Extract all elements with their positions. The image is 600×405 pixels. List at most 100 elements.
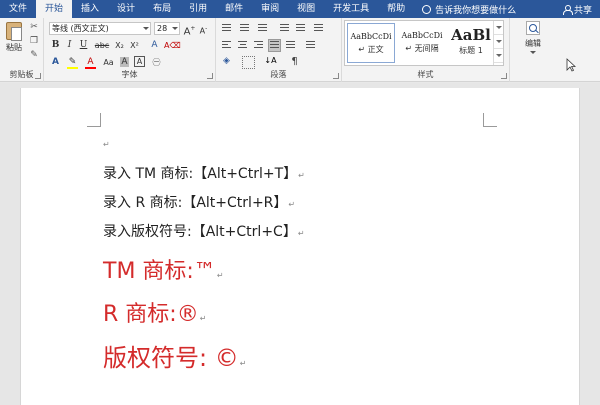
distributed-button[interactable] (284, 39, 297, 52)
margin-corner-left (87, 113, 101, 127)
shrink-font-button[interactable]: A- (197, 22, 210, 36)
shading-button[interactable]: ◈ (220, 56, 233, 69)
italic-button[interactable]: I (63, 39, 76, 52)
chinese-layout-button[interactable] (312, 22, 325, 35)
multilevel-list-icon (258, 24, 267, 33)
outdent-icon (280, 24, 289, 33)
style-sample: AaBbCcDi (401, 31, 443, 40)
tab-references[interactable]: 引用 (180, 0, 216, 18)
borders-button[interactable] (242, 56, 255, 69)
superscript-button[interactable]: X² (128, 39, 141, 52)
paint-bucket-icon: ◈ (223, 56, 230, 66)
ribbon: 粘贴 ✂ ❐ ✎ 剪贴板 等线 (西文正文) 28 A+ A- B I U ab… (0, 18, 600, 82)
text-effects-button[interactable]: A (49, 56, 62, 69)
style-normal[interactable]: AaBbCcDi ↵ 正文 (347, 23, 395, 63)
line-spacing-button[interactable] (304, 39, 317, 52)
clipboard-icon (6, 22, 22, 41)
decrease-indent-button[interactable] (278, 22, 291, 35)
margin-corner-right (483, 113, 497, 127)
doc-line-6[interactable]: 版权符号: ©↵ (103, 338, 246, 373)
paste-button[interactable]: 粘贴 (3, 22, 25, 62)
text-effects-icon[interactable]: A (148, 39, 161, 52)
cut-icon[interactable]: ✂ (28, 22, 40, 33)
style-heading-1[interactable]: AaBl 标题 1 (449, 23, 493, 63)
paste-label: 粘贴 (6, 43, 22, 52)
tab-home[interactable]: 开始 (36, 0, 73, 18)
underline-button[interactable]: U (77, 39, 90, 52)
tab-review[interactable]: 审阅 (252, 0, 288, 18)
change-case-button[interactable]: Aa (102, 56, 115, 69)
font-group-label: 字体 (121, 70, 138, 79)
chevron-down-icon (530, 51, 536, 54)
sort-icon: ↓A (264, 56, 277, 65)
line-text: TM 商标:™ (103, 259, 216, 284)
tab-help[interactable]: 帮助 (378, 0, 414, 18)
bullet-list-icon (222, 24, 231, 33)
justify-button[interactable] (268, 39, 281, 52)
tab-developer[interactable]: 开发工具 (324, 0, 378, 18)
highlight-button[interactable]: ✎ (66, 56, 79, 69)
format-painter-icon[interactable]: ✎ (28, 50, 40, 61)
paragraph-group-label: 段落 (270, 70, 287, 79)
styles-group-label: 样式 (417, 70, 434, 79)
sort-button[interactable]: ↓A (264, 56, 277, 69)
editing-group: 编辑 (510, 18, 554, 82)
gallery-scroller[interactable] (493, 21, 503, 65)
subscript-button[interactable]: X₂ (113, 39, 126, 52)
doc-line-2[interactable]: 录入 R 商标:【Alt+Ctrl+R】↵ (103, 192, 295, 212)
line-text: 版权符号: © (103, 344, 239, 372)
strikethrough-button[interactable]: abc (93, 39, 111, 52)
tab-layout[interactable]: 布局 (144, 0, 180, 18)
align-right-button[interactable] (252, 39, 265, 52)
align-left-button[interactable] (220, 39, 233, 52)
editing-button[interactable]: 编辑 (518, 21, 548, 54)
tab-insert[interactable]: 插入 (72, 0, 108, 18)
align-center-button[interactable] (236, 39, 249, 52)
styles-launcher-icon[interactable] (501, 73, 507, 79)
empty-paragraph-mark: ↵ (103, 140, 110, 149)
chinese-layout-icon (314, 24, 323, 33)
paragraph-group: ◈ ↓A ¶ 段落 (216, 18, 342, 82)
copy-icon[interactable]: ❐ (28, 36, 40, 47)
tell-me-text: 告诉我你想要做什么 (435, 5, 517, 16)
char-shading-button[interactable]: A (118, 56, 131, 69)
clipboard-launcher-icon[interactable] (35, 73, 41, 79)
share-button[interactable]: 共享 (562, 3, 592, 16)
tab-file[interactable]: 文件 (0, 0, 36, 18)
justify-icon (270, 41, 279, 50)
tab-design[interactable]: 设计 (108, 0, 144, 18)
scroll-up-icon[interactable] (494, 21, 503, 35)
tell-me-search[interactable]: 告诉我你想要做什么 (422, 3, 516, 16)
styles-gallery: AaBbCcDi ↵ 正文 AaBbCcDi ↵ 无间隔 AaBl 标题 1 (344, 20, 504, 66)
pilcrow-icon: ¶ (291, 56, 298, 67)
more-styles-icon[interactable] (494, 49, 503, 63)
show-marks-button[interactable]: ¶ (288, 56, 301, 69)
magnifier-icon (526, 21, 540, 35)
font-color-button[interactable]: A (84, 56, 97, 69)
font-name-combo[interactable]: 等线 (西文正文) (49, 22, 151, 35)
scroll-down-icon[interactable] (494, 35, 503, 49)
enclose-char-button[interactable]: ㊀ (150, 56, 163, 69)
ribbon-tab-bar: 文件 开始 插入 设计 布局 引用 邮件 审阅 视图 开发工具 帮助 告诉我你想… (0, 0, 600, 18)
bold-button[interactable]: B (49, 39, 62, 52)
doc-line-5[interactable]: R 商标:®↵ (103, 296, 206, 328)
grow-font-button[interactable]: A+ (183, 22, 196, 37)
indent-icon (296, 24, 305, 33)
paragraph-launcher-icon[interactable] (333, 73, 339, 79)
doc-line-4[interactable]: TM 商标:™↵ (103, 253, 224, 285)
font-size-value: 28 (157, 24, 168, 33)
chevron-down-icon (172, 27, 178, 30)
tab-mailings[interactable]: 邮件 (216, 0, 252, 18)
font-size-combo[interactable]: 28 (154, 22, 180, 35)
doc-line-3[interactable]: 录入版权符号:【Alt+Ctrl+C】↵ (103, 221, 305, 241)
font-launcher-icon[interactable] (207, 73, 213, 79)
char-border-button[interactable]: A (134, 56, 145, 67)
bullets-button[interactable] (220, 22, 233, 35)
multilevel-list-button[interactable] (256, 22, 269, 35)
clear-format-icon[interactable]: A⌫ (164, 39, 181, 52)
increase-indent-button[interactable] (294, 22, 307, 35)
numbering-button[interactable] (238, 22, 251, 35)
doc-line-1[interactable]: 录入 TM 商标:【Alt+Ctrl+T】↵ (103, 163, 305, 183)
tab-view[interactable]: 视图 (288, 0, 324, 18)
style-no-spacing[interactable]: AaBbCcDi ↵ 无间隔 (397, 23, 447, 63)
